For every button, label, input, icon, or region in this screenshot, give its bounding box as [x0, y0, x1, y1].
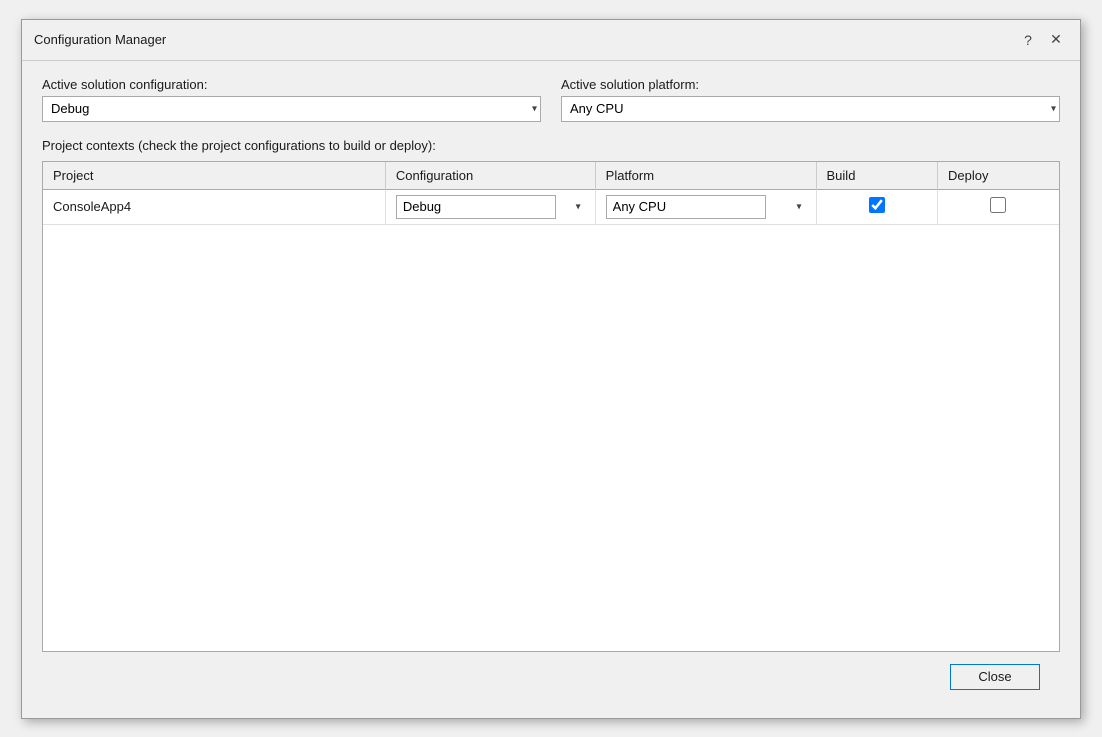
- table-body: ConsoleApp4 Debug Release ▾: [43, 189, 1059, 224]
- active-platform-group: Active solution platform: Any CPU x86 x6…: [561, 77, 1060, 122]
- configuration-manager-dialog: Configuration Manager ? ✕ Active solutio…: [21, 19, 1081, 719]
- close-button[interactable]: Close: [950, 664, 1040, 690]
- platform-select-wrapper: Any CPU x86 x64 ▾: [606, 195, 806, 219]
- footer: Close: [42, 652, 1060, 702]
- title-bar-buttons: ? ✕: [1016, 28, 1068, 52]
- col-header-project: Project: [43, 162, 385, 190]
- row-platform-select[interactable]: Any CPU x86 x64: [606, 195, 766, 219]
- deploy-checkbox[interactable]: [990, 197, 1006, 213]
- config-select-wrapper: Debug Release ▾: [396, 195, 585, 219]
- cell-build: [816, 189, 937, 224]
- cell-configuration: Debug Release ▾: [385, 189, 595, 224]
- dialog-title: Configuration Manager: [34, 32, 166, 47]
- active-config-select[interactable]: Debug Release: [42, 96, 541, 122]
- active-config-group: Active solution configuration: Debug Rel…: [42, 77, 541, 122]
- build-checkbox[interactable]: [869, 197, 885, 213]
- active-config-label: Active solution configuration:: [42, 77, 541, 92]
- active-config-dropdown-wrapper: Debug Release ▾: [42, 96, 541, 122]
- dialog-body: Active solution configuration: Debug Rel…: [22, 61, 1080, 718]
- col-header-platform: Platform: [595, 162, 816, 190]
- project-contexts-table: Project Configuration Platform Build Dep…: [43, 162, 1059, 225]
- col-header-deploy: Deploy: [937, 162, 1059, 190]
- help-button[interactable]: ?: [1016, 28, 1040, 52]
- active-platform-dropdown-wrapper: Any CPU x86 x64 ▾: [561, 96, 1060, 122]
- table-row: ConsoleApp4 Debug Release ▾: [43, 189, 1059, 224]
- row-platform-arrow: ▾: [796, 201, 801, 212]
- project-contexts-label: Project contexts (check the project conf…: [42, 138, 1060, 153]
- project-contexts-table-container: Project Configuration Platform Build Dep…: [42, 161, 1060, 652]
- row-config-arrow: ▾: [576, 201, 581, 212]
- cell-project: ConsoleApp4: [43, 189, 385, 224]
- cell-platform: Any CPU x86 x64 ▾: [595, 189, 816, 224]
- table-content-area: Project Configuration Platform Build Dep…: [42, 161, 1060, 652]
- cell-deploy: [937, 189, 1059, 224]
- col-header-build: Build: [816, 162, 937, 190]
- window-close-button[interactable]: ✕: [1044, 28, 1068, 52]
- active-platform-label: Active solution platform:: [561, 77, 1060, 92]
- active-platform-select[interactable]: Any CPU x86 x64: [561, 96, 1060, 122]
- top-section: Active solution configuration: Debug Rel…: [42, 77, 1060, 122]
- title-bar: Configuration Manager ? ✕: [22, 20, 1080, 61]
- col-header-configuration: Configuration: [385, 162, 595, 190]
- row-config-select[interactable]: Debug Release: [396, 195, 556, 219]
- title-bar-left: Configuration Manager: [34, 32, 166, 47]
- table-header: Project Configuration Platform Build Dep…: [43, 162, 1059, 190]
